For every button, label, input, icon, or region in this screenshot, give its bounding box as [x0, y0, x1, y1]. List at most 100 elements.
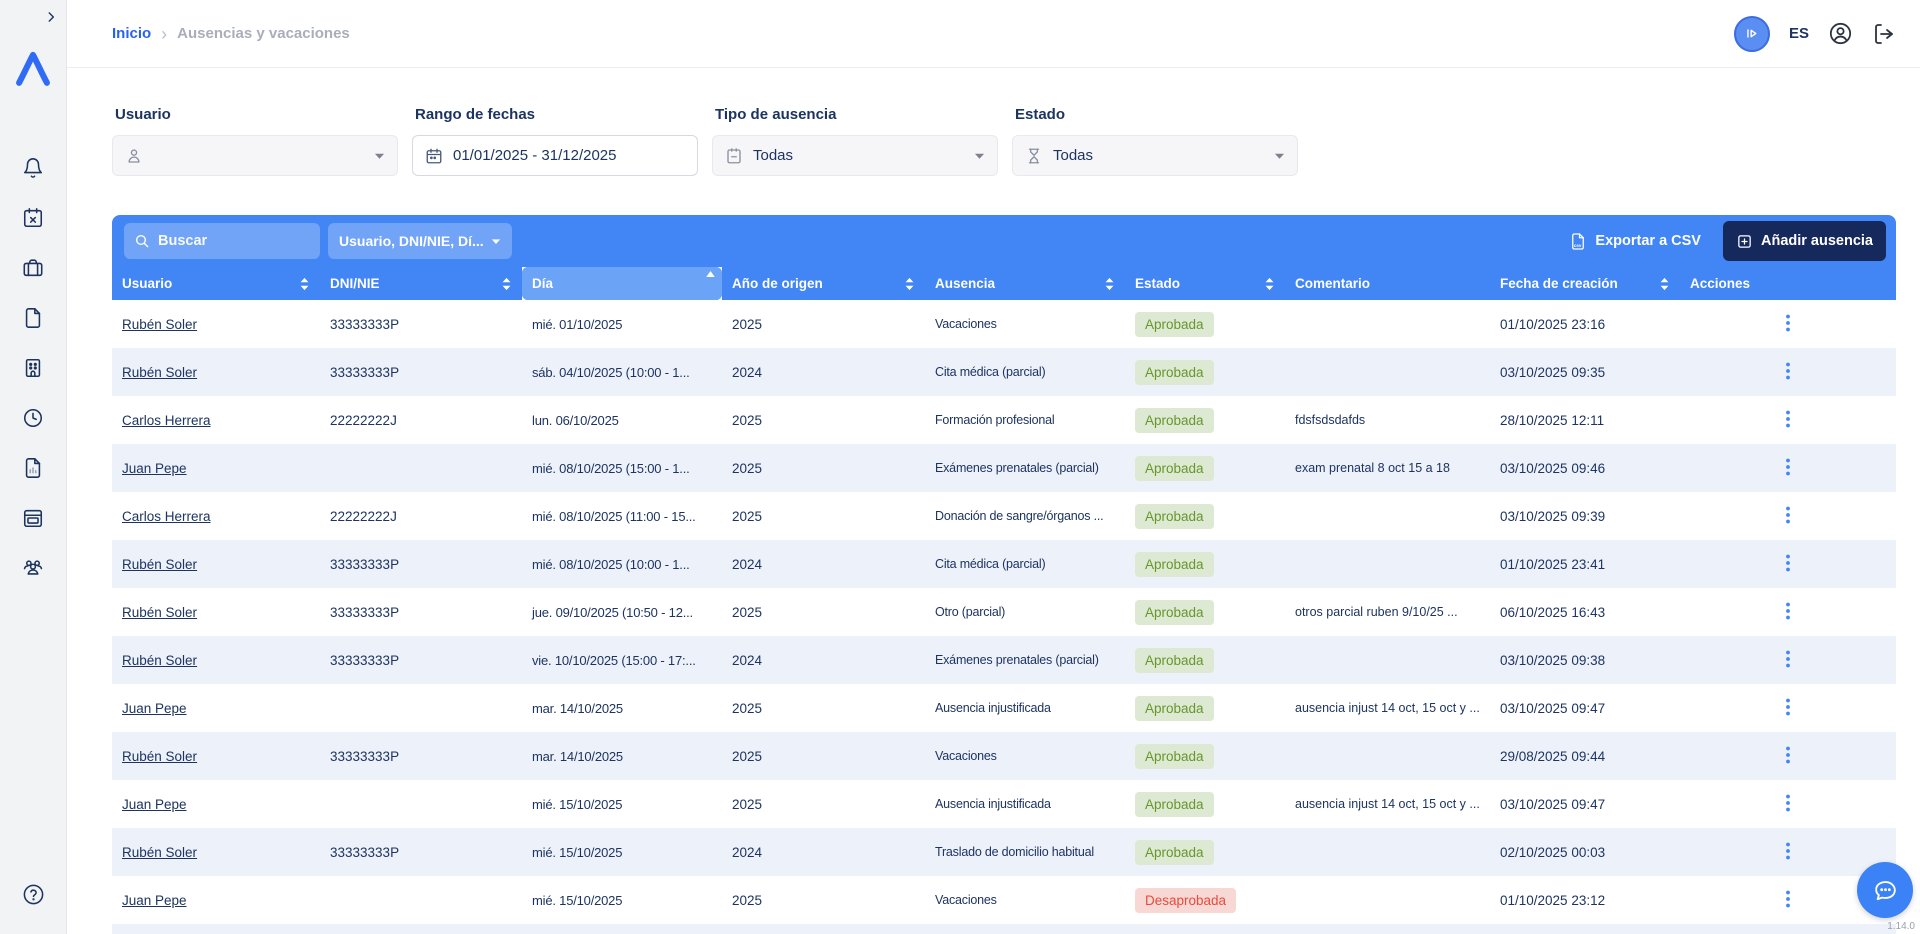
row-actions-kebab-icon[interactable]	[1786, 890, 1790, 908]
filter-rango-input[interactable]: 01/01/2025 - 31/12/2025	[412, 135, 698, 176]
table-row[interactable]: Carlos Herrera 22222222J mié. 08/10/2025…	[112, 492, 1896, 540]
dni-cell: 33333333P	[320, 540, 522, 588]
filter-estado-select[interactable]: Todas	[1012, 135, 1298, 176]
sidebar-nav	[0, 157, 66, 579]
time-clock-icon[interactable]	[22, 407, 44, 429]
creation-date-cell	[1490, 924, 1680, 934]
absence-calendar-x-icon[interactable]	[22, 207, 44, 229]
report-document-icon[interactable]	[22, 457, 44, 479]
filter-estado-label: Estado	[1015, 106, 1298, 123]
breadcrumb-home-link[interactable]: Inicio	[112, 25, 151, 42]
plus-square-icon	[1736, 233, 1753, 250]
row-actions-kebab-icon[interactable]	[1786, 842, 1790, 860]
column-header[interactable]: Fecha de creación	[1490, 267, 1680, 300]
table-row[interactable]: Rubén Soler 33333333P mié. 01/10/2025 20…	[112, 300, 1896, 348]
notifications-bell-icon[interactable]	[22, 157, 44, 179]
comment-cell: exam prenatal 8 oct 15 a 18	[1285, 444, 1490, 492]
table-row[interactable]: Juan Pepe mié. 15/10/2025 2025 Ausencia …	[112, 780, 1896, 828]
company-building-icon[interactable]	[22, 357, 44, 379]
user-link[interactable]: Carlos Herrera	[122, 413, 211, 428]
help-icon[interactable]	[22, 883, 45, 906]
row-actions-kebab-icon[interactable]	[1786, 314, 1790, 332]
table-row[interactable]: Rubén Soler 33333333P mié. 15/10/2025 20…	[112, 828, 1896, 876]
row-actions-kebab-icon[interactable]	[1786, 458, 1790, 476]
table-row[interactable]: Rubén Soler 33333333P jue. 09/10/2025 (1…	[112, 588, 1896, 636]
table-row[interactable]: Juan Pepe mié. 08/10/2025 (15:00 - 1... …	[112, 444, 1896, 492]
column-header[interactable]: DNI/NIE	[320, 267, 522, 300]
dni-cell: 33333333P	[320, 588, 522, 636]
user-link[interactable]: Carlos Herrera	[122, 509, 211, 524]
language-selector[interactable]: ES	[1789, 25, 1809, 42]
add-absence-button[interactable]: Añadir ausencia	[1723, 221, 1886, 261]
search-icon	[134, 233, 150, 249]
sort-icon[interactable]	[299, 277, 310, 291]
creation-date-cell: 03/10/2025 09:47	[1490, 684, 1680, 732]
user-link[interactable]: Juan Pepe	[122, 701, 187, 716]
row-actions-kebab-icon[interactable]	[1786, 746, 1790, 764]
document-icon[interactable]	[22, 307, 44, 329]
user-link[interactable]: Rubén Soler	[122, 749, 197, 764]
user-link[interactable]: Rubén Soler	[122, 605, 197, 620]
logout-icon[interactable]	[1872, 22, 1896, 46]
user-link[interactable]: Rubén Soler	[122, 317, 197, 332]
tour-play-button[interactable]	[1734, 16, 1770, 52]
calendar-icon[interactable]	[22, 507, 44, 529]
sort-icon[interactable]	[1659, 277, 1670, 291]
dni-cell: 33333333P	[320, 348, 522, 396]
table-row[interactable]: Juan Pepe mié. 15/10/2025 2025 Vacacione…	[112, 876, 1896, 924]
table-row[interactable]: Rubén Soler 33333333P vie. 10/10/2025 (1…	[112, 636, 1896, 684]
user-link[interactable]: Rubén Soler	[122, 845, 197, 860]
user-link[interactable]: Juan Pepe	[122, 893, 187, 908]
row-actions-kebab-icon[interactable]	[1786, 362, 1790, 380]
row-actions-kebab-icon[interactable]	[1786, 794, 1790, 812]
table-row[interactable]: Carlos Herrera 22222222J lun. 06/10/2025…	[112, 396, 1896, 444]
chat-support-button[interactable]	[1857, 862, 1913, 918]
status-badge: Aprobada	[1135, 504, 1214, 529]
people-group-icon[interactable]	[21, 557, 45, 579]
origin-year-cell: 2025	[722, 444, 925, 492]
row-actions-kebab-icon[interactable]	[1786, 554, 1790, 572]
user-link[interactable]: Juan Pepe	[122, 461, 187, 476]
sort-icon[interactable]	[1104, 277, 1115, 291]
sort-icon[interactable]	[1264, 277, 1275, 291]
user-link[interactable]: Rubén Soler	[122, 557, 197, 572]
user-link[interactable]: Rubén Soler	[122, 365, 197, 380]
sort-icon[interactable]	[904, 277, 915, 291]
actions-cell	[1680, 684, 1896, 732]
table-row[interactable]: Juan Pepe mar. 14/10/2025 2025 Ausencia …	[112, 684, 1896, 732]
user-link[interactable]: Rubén Soler	[122, 653, 197, 668]
search-box[interactable]	[124, 223, 320, 259]
table-row[interactable]: Rubén Soler 33333333P sáb. 04/10/2025 (1…	[112, 348, 1896, 396]
column-header[interactable]: Usuario	[112, 267, 320, 300]
row-actions-kebab-icon[interactable]	[1786, 410, 1790, 428]
column-header[interactable]: Día	[522, 267, 722, 300]
export-csv-button[interactable]: csv Exportar a CSV	[1569, 232, 1701, 251]
briefcase-icon[interactable]	[22, 257, 44, 279]
search-input[interactable]	[158, 233, 310, 249]
dni-cell: 33333333P	[320, 300, 522, 348]
column-header[interactable]: Año de origen	[722, 267, 925, 300]
origin-year-cell: 2025	[722, 300, 925, 348]
table-row[interactable]: Rubén Soler 33333333P mié. 08/10/2025 (1…	[112, 540, 1896, 588]
filter-estado-value: Todas	[1053, 147, 1093, 164]
user-profile-icon[interactable]	[1828, 21, 1853, 46]
column-header[interactable]: Acciones	[1680, 267, 1896, 300]
sidebar-expand-chevron-icon[interactable]	[44, 10, 58, 24]
column-header[interactable]: Comentario	[1285, 267, 1490, 300]
creation-date-cell: 01/10/2025 23:41	[1490, 540, 1680, 588]
sort-icon[interactable]	[501, 277, 512, 291]
search-scope-select[interactable]: Usuario, DNI/NIE, Dí...	[328, 223, 512, 259]
filter-tipo-select[interactable]: Todas	[712, 135, 998, 176]
filter-usuario-select[interactable]	[112, 135, 398, 176]
table-row[interactable]: Rubén Soler 33333333P mar. 14/10/2025 20…	[112, 732, 1896, 780]
column-header[interactable]: Ausencia	[925, 267, 1125, 300]
user-link[interactable]: Juan Pepe	[122, 797, 187, 812]
row-actions-kebab-icon[interactable]	[1786, 698, 1790, 716]
actions-cell	[1680, 492, 1896, 540]
table-row[interactable]: Juan Pepe Aprobada	[112, 924, 1896, 934]
row-actions-kebab-icon[interactable]	[1786, 602, 1790, 620]
row-actions-kebab-icon[interactable]	[1786, 650, 1790, 668]
column-header[interactable]: Estado	[1125, 267, 1285, 300]
status-badge: Aprobada	[1135, 408, 1214, 433]
row-actions-kebab-icon[interactable]	[1786, 506, 1790, 524]
